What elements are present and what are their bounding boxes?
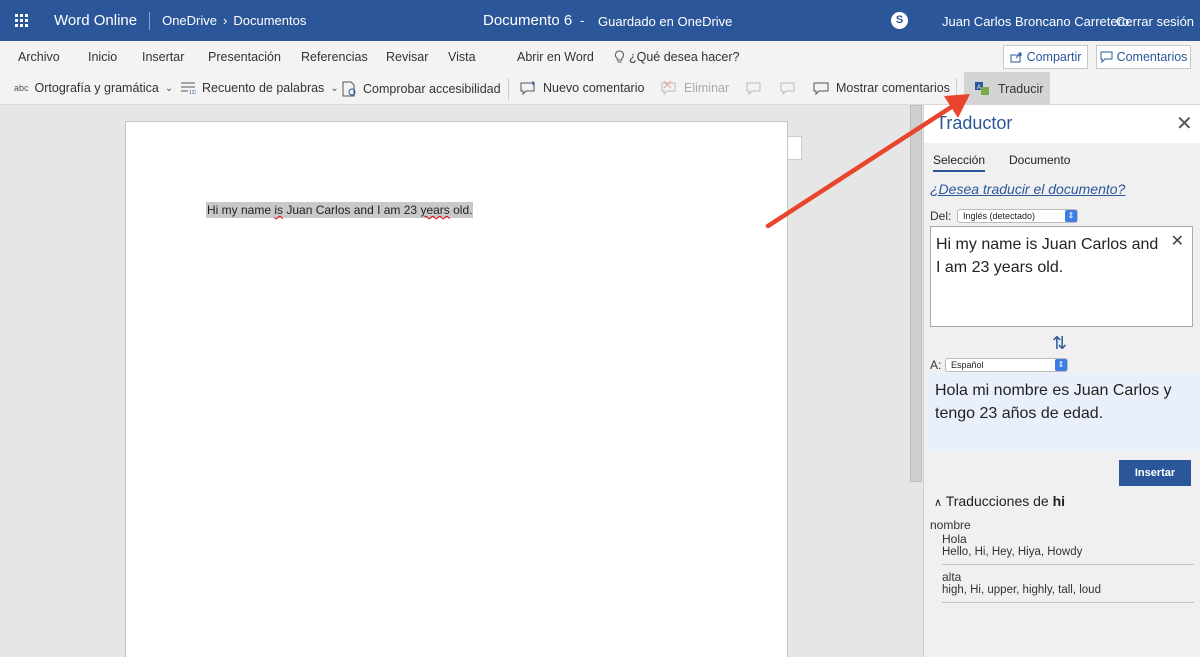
translations-heading-text: Traducciones de	[945, 493, 1049, 509]
comment-icon	[1100, 51, 1113, 63]
tab-archivo[interactable]: Archivo	[18, 50, 60, 64]
to-label: A:	[930, 358, 942, 372]
entry-divider	[942, 602, 1194, 603]
part-of-speech: nombre	[930, 518, 971, 532]
delete-comment-icon	[661, 81, 676, 95]
misspelled-word: years	[420, 203, 450, 217]
lightbulb-icon	[614, 50, 625, 63]
translate-label: Traducir	[998, 81, 1044, 96]
svg-text:123: 123	[189, 90, 196, 95]
menu-bar: Archivo Inicio Insertar Presentación Ref…	[0, 41, 1200, 74]
tab-abrir-en-word[interactable]: Abrir en Word	[517, 50, 594, 64]
save-status: Guardado en OneDrive	[598, 14, 733, 29]
tab-referencias[interactable]: Referencias	[301, 50, 368, 64]
title-bar: Word Online OneDrive › Documentos Docume…	[0, 0, 1200, 41]
title-separator: -	[580, 13, 585, 28]
new-comment-icon	[520, 81, 535, 95]
tab-revisar[interactable]: Revisar	[386, 50, 429, 74]
select-arrows-icon: ⇕	[1065, 210, 1077, 222]
annotation-arrow	[765, 94, 970, 229]
new-comment-label: Nuevo comentario	[543, 81, 645, 95]
translation-word[interactable]: alta	[942, 570, 961, 584]
accessibility-label: Comprobar accesibilidad	[363, 82, 501, 96]
translations-heading[interactable]: ∧ Traducciones de hi	[934, 493, 1065, 509]
source-text-box[interactable]: Hi my name is Juan Carlos and I am 23 ye…	[930, 226, 1193, 327]
tab-inicio[interactable]: Inicio	[88, 50, 117, 64]
document-title[interactable]: Documento 6	[483, 12, 572, 29]
chevron-up-icon: ∧	[934, 497, 943, 509]
clear-icon[interactable]: ✕	[1171, 230, 1184, 253]
tell-me-box[interactable]: ¿Qué desea hacer?	[614, 50, 740, 64]
misspelled-word: is	[274, 203, 284, 217]
app-launcher-icon[interactable]	[0, 0, 42, 41]
word-count-button[interactable]: 123 Recuento de palabras ⌄	[180, 81, 339, 95]
sign-out-link[interactable]: Cerrar sesión	[1116, 14, 1194, 29]
translation-synonyms: Hello, Hi, Hey, Hiya, Howdy	[942, 546, 1083, 558]
target-language-value: Español	[951, 360, 984, 370]
app-name[interactable]: Word Online	[54, 11, 151, 30]
target-language-select[interactable]: Español ⇕	[945, 358, 1068, 372]
document-text[interactable]: Hi my name is Juan Carlos and I am 23 ye…	[206, 202, 474, 218]
skype-icon[interactable]: S	[891, 12, 908, 29]
delete-label: Eliminar	[684, 81, 730, 95]
share-label: Compartir	[1026, 50, 1082, 64]
breadcrumb-onedrive[interactable]: OneDrive	[162, 13, 217, 28]
translation-word[interactable]: Hola	[942, 532, 967, 546]
delete-comment-button[interactable]: Eliminar	[661, 81, 729, 95]
swap-languages-icon[interactable]: ⇅	[1052, 333, 1067, 354]
document-page[interactable]: Hi my name is Juan Carlos and I am 23 ye…	[125, 121, 788, 657]
comments-label: Comentarios	[1116, 50, 1188, 64]
word-count-icon: 123	[181, 82, 196, 95]
tab-insertar[interactable]: Insertar	[142, 50, 184, 64]
tab-document[interactable]: Documento	[1009, 153, 1070, 167]
close-icon[interactable]: ✕	[1176, 111, 1193, 136]
comments-button[interactable]: Comentarios	[1096, 45, 1191, 69]
check-accessibility-button[interactable]: Comprobar accesibilidad	[341, 81, 501, 97]
text-segment: old.	[449, 203, 473, 217]
translation-result: Hola mi nombre es Juan Carlos y tengo 23…	[927, 373, 1200, 451]
tab-presentacion[interactable]: Presentación	[208, 50, 281, 64]
entry-divider	[942, 564, 1194, 565]
ribbon: abc Ortografía y gramática ⌄ 123 Recuent…	[0, 72, 1200, 105]
ribbon-divider	[508, 78, 509, 100]
translations-word: hi	[1052, 493, 1066, 509]
insert-button[interactable]: Insertar	[1119, 460, 1191, 486]
spellcheck-icon: abc	[14, 82, 29, 93]
word-count-label: Recuento de palabras	[202, 81, 325, 95]
accessibility-icon	[342, 81, 356, 97]
source-text: Hi my name is Juan Carlos and I am 23 ye…	[936, 236, 1159, 276]
new-comment-button[interactable]: Nuevo comentario	[520, 81, 644, 95]
share-button[interactable]: Compartir	[1003, 45, 1088, 69]
share-icon	[1010, 52, 1022, 63]
text-segment: Juan Carlos and I am 23	[283, 203, 421, 217]
translation-synonyms: high, Hi, upper, highly, tall, loud	[942, 584, 1101, 596]
text-segment: Hi my name	[207, 203, 275, 217]
tell-me-text: ¿Qué desea hacer?	[629, 50, 740, 64]
breadcrumb: OneDrive › Documentos	[162, 13, 306, 28]
user-name[interactable]: Juan Carlos Broncano Carretero	[942, 14, 1129, 29]
chevron-down-icon: ⌄	[330, 82, 339, 94]
select-arrows-icon: ⇕	[1055, 359, 1067, 371]
spelling-grammar-button[interactable]: abc Ortografía y gramática ⌄	[14, 81, 173, 95]
breadcrumb-separator: ›	[223, 13, 228, 28]
chevron-down-icon: ⌄	[164, 82, 174, 94]
spelling-label: Ortografía y gramática	[34, 81, 159, 95]
breadcrumb-documentos[interactable]: Documentos	[233, 13, 306, 28]
tab-vista[interactable]: Vista	[448, 50, 476, 64]
